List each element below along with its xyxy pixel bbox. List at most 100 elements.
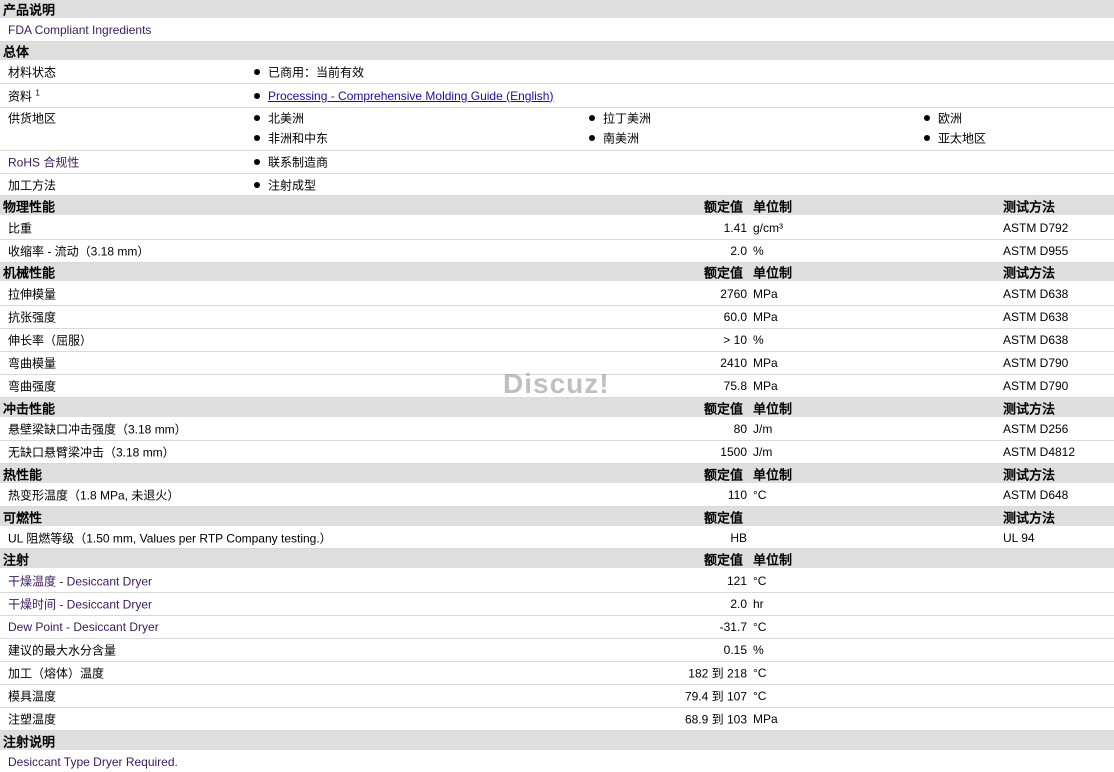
footnote-marker: 1 xyxy=(35,88,40,97)
processing-method-row: 加工方法 注射成型 xyxy=(0,174,1114,196)
row-label: 拉伸模量 xyxy=(8,287,57,301)
section-title: 注射说明 xyxy=(3,734,56,749)
row-label: 干燥时间 - Desiccant Dryer xyxy=(8,597,153,612)
section-title: 冲击性能 xyxy=(3,401,56,416)
bullet-icon xyxy=(254,69,260,75)
row-label: 弯曲强度 xyxy=(8,379,57,394)
row-value: 2.0 xyxy=(730,244,747,258)
data-row: 模具温度 79.4 到 107 °C xyxy=(0,685,1114,708)
section-title: 可燃性 xyxy=(3,510,43,525)
section-header-flammability: 可燃性 额定值 测试方法 xyxy=(0,507,1114,527)
row-value: 已商用：当前有效 xyxy=(268,65,365,80)
row-value: 1500 xyxy=(720,445,747,459)
data-row: 干燥时间 - Desiccant Dryer 2.0 hr xyxy=(0,593,1114,616)
row-label: 干燥温度 - Desiccant Dryer xyxy=(8,574,153,588)
col-test: 测试方法 xyxy=(1003,199,1056,214)
row-unit: °C xyxy=(753,573,767,588)
row-unit: MPa xyxy=(753,712,778,726)
region-item: 北美洲 xyxy=(268,111,305,126)
col-test: 测试方法 xyxy=(1003,467,1056,482)
row-value: 2.0 xyxy=(730,597,747,611)
data-row: 悬壁梁缺口冲击强度（3.18 mm） 80 J/m ASTM D256 xyxy=(0,418,1114,441)
row-test: ASTM D638 xyxy=(1003,286,1069,301)
row-label: RoHS 合规性 xyxy=(8,155,80,170)
row-label: Dew Point - Desiccant Dryer xyxy=(8,620,159,634)
row-test: ASTM D638 xyxy=(1003,310,1069,324)
row-value: 60.0 xyxy=(723,310,747,324)
col-unit: 单位制 xyxy=(753,401,793,416)
row-unit: MPa xyxy=(753,286,778,301)
material-status-row: 材料状态 已商用：当前有效 xyxy=(0,61,1114,84)
col-unit: 单位制 xyxy=(753,199,793,214)
region-item: 非洲和中东 xyxy=(268,131,329,146)
row-value: 110 xyxy=(727,488,747,502)
row-value: HB xyxy=(730,530,747,545)
row-label: 比重 xyxy=(8,221,33,235)
row-test: ASTM D4812 xyxy=(1003,445,1076,459)
region-item: 欧洲 xyxy=(938,111,963,126)
row-test: UL 94 xyxy=(1003,530,1035,545)
row-value: 0.15 xyxy=(723,643,747,657)
col-nominal: 额定值 xyxy=(704,467,744,482)
row-unit: % xyxy=(753,244,764,258)
data-row: 收缩率 - 流动（3.18 mm） 2.0 % ASTM D955 xyxy=(0,240,1114,263)
data-row: 热变形温度（1.8 MPa, 未退火） 110 °C ASTM D648 xyxy=(0,484,1114,507)
data-row: 抗张强度 60.0 MPa ASTM D638 xyxy=(0,306,1114,329)
injection-note: Desiccant Type Dryer Required. xyxy=(8,754,178,769)
row-label: 注塑温度 xyxy=(8,712,57,727)
row-label: 收缩率 - 流动（3.18 mm） xyxy=(8,244,150,259)
row-label: 建议的最大水分含量 xyxy=(8,643,117,658)
row-label: 悬壁梁缺口冲击强度（3.18 mm） xyxy=(8,422,187,437)
data-row: UL 阻燃等级（1.50 mm, Values per RTP Company … xyxy=(0,527,1114,549)
row-value: 80 xyxy=(733,422,747,436)
row-unit: MPa xyxy=(753,310,778,324)
bullet-icon xyxy=(254,135,260,141)
bullet-icon xyxy=(924,135,930,141)
section-header-product: 产品说明 xyxy=(0,0,1114,19)
section-title: 注射 xyxy=(3,552,30,567)
molding-guide-link[interactable]: Processing - Comprehensive Molding Guide… xyxy=(268,89,553,103)
col-nominal: 额定值 xyxy=(704,552,744,567)
row-test: ASTM D790 xyxy=(1003,356,1069,370)
row-unit: g/cm³ xyxy=(753,220,783,235)
injection-notes-row: Desiccant Type Dryer Required. xyxy=(0,751,1114,772)
row-unit: % xyxy=(753,643,764,657)
section-header-physical: 物理性能 额定值 单位制 测试方法 xyxy=(0,196,1114,216)
bullet-icon xyxy=(589,135,595,141)
section-header-general: 总体 xyxy=(0,42,1114,61)
row-unit: MPa xyxy=(753,379,778,393)
data-row: 伸长率（屈服） > 10 % ASTM D638 xyxy=(0,329,1114,352)
row-value: 79.4 到 107 xyxy=(684,689,747,704)
data-row: 比重 1.41 g/cm³ ASTM D792 xyxy=(0,216,1114,240)
row-label: 抗张强度 xyxy=(8,310,57,325)
row-test: ASTM D256 xyxy=(1003,422,1069,436)
product-description: FDA Compliant Ingredients xyxy=(8,23,152,37)
col-test: 测试方法 xyxy=(1003,510,1056,525)
region-item: 南美洲 xyxy=(603,131,640,146)
row-value: > 10 xyxy=(723,333,747,347)
row-test: ASTM D790 xyxy=(1003,379,1069,393)
row-value: 联系制造商 xyxy=(268,155,329,170)
section-header-impact: 冲击性能 额定值 单位制 测试方法 xyxy=(0,398,1114,418)
row-unit: MPa xyxy=(753,356,778,370)
row-label: 材料状态 xyxy=(8,65,57,80)
row-unit: % xyxy=(753,333,764,347)
row-unit: J/m xyxy=(753,422,773,436)
col-nominal: 额定值 xyxy=(704,401,744,416)
row-value: 2410 xyxy=(720,356,747,370)
row-label: 热变形温度（1.8 MPa, 未退火） xyxy=(8,488,180,503)
region-item: 拉丁美洲 xyxy=(603,111,652,126)
col-test: 测试方法 xyxy=(1003,401,1056,416)
row-test: ASTM D638 xyxy=(1003,333,1069,347)
row-value: 1.41 xyxy=(723,220,747,235)
section-title: 热性能 xyxy=(3,467,43,482)
data-row: 拉伸模量 2760 MPa ASTM D638 xyxy=(0,282,1114,306)
col-unit: 单位制 xyxy=(753,552,793,567)
row-unit: hr xyxy=(753,597,764,611)
row-unit: °C xyxy=(753,666,767,680)
row-label: 供货地区 xyxy=(8,111,57,126)
col-unit: 单位制 xyxy=(753,265,793,281)
section-title: 物理性能 xyxy=(3,199,56,214)
datasheet: 产品说明 FDA Compliant Ingredients 总体 材料状态 已… xyxy=(0,0,1114,772)
col-nominal: 额定值 xyxy=(704,510,744,525)
